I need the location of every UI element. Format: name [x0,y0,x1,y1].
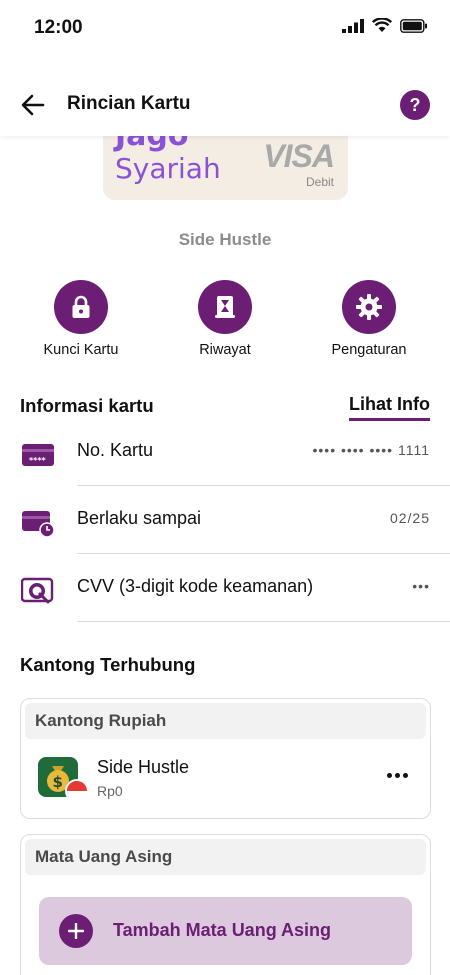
card-number-icon: **** [22,444,54,466]
page-title: Rincian Kartu [67,93,191,114]
status-time: 12:00 [34,17,83,38]
status-bar: 12:00 [0,0,450,56]
settings-button[interactable]: Pengaturan [309,280,429,358]
cvv-label: CVV (3-digit kode keamanan) [77,576,314,596]
status-icons [342,18,428,33]
expiry-value: 02/25 [389,510,430,526]
divider [77,621,450,622]
lock-card-circle [54,280,108,334]
history-icon [215,296,235,318]
history-button[interactable]: Riwayat [165,280,285,358]
help-button[interactable]: ? [400,90,430,120]
history-circle [198,280,252,334]
svg-text:****: **** [29,456,47,465]
pocket-item[interactable]: $ Side Hustle Rp0 [21,743,430,818]
view-info-link[interactable]: Lihat Info [349,394,430,421]
settings-circle [342,280,396,334]
help-icon: ? [409,94,421,115]
pocket-item-balance: Rp0 [97,783,123,799]
rupiah-pocket-header: Kantong Rupiah [25,703,426,739]
cvv-value: ••• [412,578,430,594]
pocket-item-name: Side Hustle [97,757,190,777]
card-number-label: No. Kartu [77,440,154,460]
back-button[interactable] [18,90,48,120]
history-label: Riwayat [199,342,251,358]
indonesia-flag-icon [65,779,89,803]
cvv-icon [21,577,54,604]
card-brand-bottom: Syariah [115,152,221,185]
wifi-icon [372,18,392,32]
card-number-row: **** No. Kartu •••• •••• •••• 1111 [0,418,450,486]
foreign-currency-header: Mata Uang Asing [25,839,426,875]
battery-icon [400,18,427,33]
more-options-icon[interactable] [387,773,408,778]
card-network: VISA [263,138,335,174]
lock-card-button[interactable]: Kunci Kartu [21,280,141,358]
foreign-currency-box: Mata Uang Asing Tambah Mata Uang Asing [20,834,431,975]
cvv-row: CVV (3-digit kode keamanan) ••• [0,554,450,622]
back-arrow-icon [21,94,45,116]
lock-card-label: Kunci Kartu [43,342,119,358]
gear-icon [356,294,382,320]
card-number-value: •••• •••• •••• 1111 [312,442,430,458]
settings-label: Pengaturan [331,342,407,358]
expiry-label: Berlaku sampai [77,508,202,528]
linked-pockets-title: Kantong Terhubung [20,654,196,675]
expiry-row: Berlaku sampai 02/25 [0,486,450,554]
signal-icon [342,18,364,33]
card-pocket-name: Side Hustle [178,230,272,249]
svg-text:$: $ [53,773,63,791]
card-type: Debit [305,175,334,189]
lock-icon [72,295,90,318]
card-expiry-icon [22,511,55,538]
add-foreign-currency-button[interactable]: Tambah Mata Uang Asing [39,897,412,965]
card-info-title: Informasi kartu [20,395,154,416]
add-foreign-currency-label: Tambah Mata Uang Asing [113,920,332,940]
rupiah-pocket-box: Kantong Rupiah $ Side Hustle Rp0 [20,698,431,819]
app-header: Rincian Kartu ? [0,72,450,136]
plus-icon [59,914,93,948]
